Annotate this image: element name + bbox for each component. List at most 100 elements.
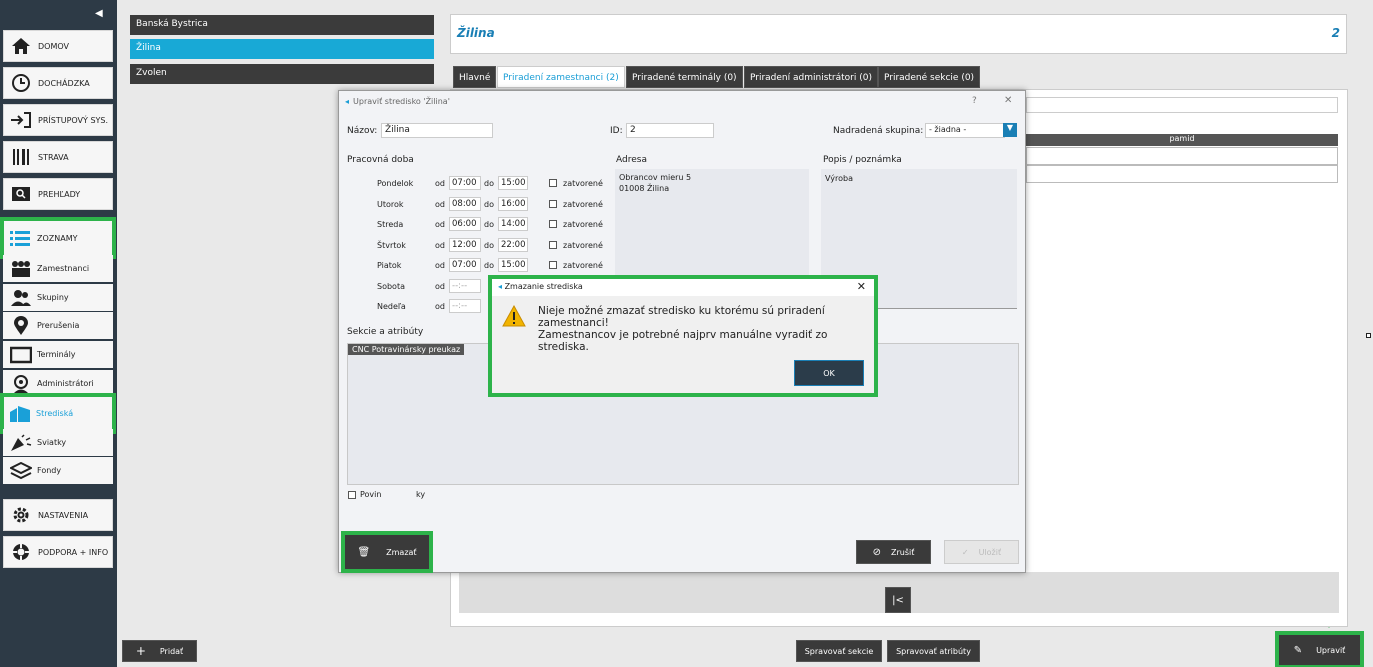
closed-checkbox[interactable]: [549, 199, 557, 208]
nav-pristupovy[interactable]: PRÍSTUPOVÝ SYS.: [3, 104, 113, 136]
sub-label: Strediská: [36, 409, 74, 418]
from-time-input[interactable]: --:--: [449, 278, 481, 293]
dialog-close-button[interactable]: ✕: [1004, 95, 1012, 106]
from-label: od: [435, 220, 445, 229]
parent-select[interactable]: - žiadna -: [925, 123, 1005, 138]
to-label: do: [484, 199, 494, 209]
mandatory-label: Povin: [360, 490, 382, 499]
manage-attributes-button[interactable]: Spravovať atribúty: [887, 640, 980, 662]
collapse-sidebar-icon[interactable]: ◀: [95, 8, 103, 19]
from-time-input[interactable]: 08:00: [449, 196, 481, 211]
table-row[interactable]: [1026, 147, 1338, 165]
check-icon: ✓: [961, 547, 969, 557]
to-time-input[interactable]: 14:00: [498, 217, 528, 231]
add-button[interactable]: + Pridať: [122, 640, 197, 662]
nav-zoznamy[interactable]: ZOZNAMY: [0, 217, 116, 259]
chevron-down-icon[interactable]: ▼: [1003, 123, 1017, 137]
lifebuoy-icon: [10, 541, 32, 563]
dialog-titlebar: ◂ Upraviť stredisko 'Žilina': [345, 97, 450, 106]
nav-podpora[interactable]: PODPORA + INFO: [3, 536, 113, 568]
filter-input[interactable]: [1026, 97, 1338, 113]
from-label: od: [435, 199, 445, 209]
resize-handle[interactable]: [1366, 333, 1371, 338]
edit-button[interactable]: ✎ Upraviť: [1275, 631, 1364, 667]
clock-icon: [10, 72, 32, 94]
closed-checkbox[interactable]: [549, 261, 557, 269]
closed-label: zatvorené: [563, 261, 603, 270]
to-time-input[interactable]: 15:00: [498, 258, 528, 272]
sub-administratori[interactable]: Administrátori: [3, 370, 113, 397]
day-label: Sobota: [377, 281, 405, 291]
group-icon: [10, 288, 32, 308]
from-label: od: [435, 302, 445, 311]
message-close-button[interactable]: ✕: [857, 280, 866, 293]
sub-skupiny[interactable]: Skupiny: [3, 284, 113, 311]
nav-nastavenia[interactable]: NASTAVENIA: [3, 499, 113, 531]
nav-domov[interactable]: DOMOV: [3, 30, 113, 62]
column-header[interactable]: pamid: [1026, 134, 1338, 146]
sub-label: Fondy: [37, 466, 62, 475]
sub-strediska[interactable]: Strediská: [0, 393, 116, 434]
from-time-input[interactable]: --:--: [449, 299, 481, 313]
list-item[interactable]: Banská Bystrica: [130, 15, 434, 35]
from-time-input[interactable]: 12:00: [449, 237, 481, 252]
sub-prerusenia[interactable]: Prerušenia: [3, 312, 113, 339]
sub-fondy[interactable]: Fondy: [3, 457, 113, 484]
id-input[interactable]: 2: [626, 123, 714, 138]
name-input[interactable]: Žilina: [381, 123, 493, 138]
sub-zamestnanci[interactable]: Zamestnanci: [3, 255, 113, 282]
button-label: Pridať: [159, 646, 184, 656]
hours-label: Pracovná doba: [347, 155, 414, 165]
mandatory-checkbox[interactable]: [348, 491, 356, 499]
dialog-title: Upraviť stredisko 'Žilina': [353, 97, 450, 106]
id-label: ID:: [610, 126, 623, 136]
manage-sections-button[interactable]: Spravovať sekcie: [796, 640, 882, 662]
to-time-input[interactable]: 22:00: [498, 237, 528, 252]
nav-dochadzka[interactable]: DOCHÁDZKA: [3, 67, 113, 99]
from-label: od: [435, 240, 445, 250]
closed-checkbox[interactable]: [549, 240, 557, 249]
detail-count: 2: [1331, 26, 1340, 40]
day-label: Štvrtok: [377, 240, 406, 250]
nav-label: DOMOV: [38, 41, 69, 51]
tab-zamestnanci[interactable]: Priradení zamestnanci (2): [497, 66, 625, 88]
nav-strava[interactable]: STRAVA: [3, 141, 113, 173]
sections-chip[interactable]: CNC Potravinársky preukaz: [348, 344, 465, 355]
cutlery-icon: [10, 146, 32, 168]
sections-label: Sekcie a atribúty: [347, 327, 424, 337]
save-button[interactable]: ✓ Uložiť: [944, 540, 1019, 564]
nav-label: STRAVA: [38, 152, 69, 162]
closed-label: zatvorené: [563, 240, 603, 250]
detail-title: Žilina: [457, 26, 495, 40]
sidebar: ◀ DOMOV DOCHÁDZKA PRÍSTUPOVÝ SYS. STRAVA…: [0, 0, 117, 667]
nav-prehlady[interactable]: PREHĽADY: [3, 178, 113, 210]
from-time-input[interactable]: 07:00: [449, 176, 481, 190]
to-time-input[interactable]: 15:00: [498, 176, 528, 190]
help-button[interactable]: ?: [972, 96, 977, 106]
button-label: Uložiť: [978, 547, 1002, 557]
list-item[interactable]: Zvolen: [130, 64, 434, 84]
button-label: Zmazať: [386, 547, 417, 557]
from-time-input[interactable]: 06:00: [449, 217, 481, 231]
tab-administratori[interactable]: Priradení administrátori (0): [744, 66, 878, 88]
table-row[interactable]: [1026, 165, 1338, 183]
delete-button[interactable]: 🗑 Zmazať: [341, 531, 433, 573]
tab-terminaly[interactable]: Priradené terminály (0): [626, 66, 743, 88]
detail-header: Žilina 2: [450, 14, 1347, 54]
closed-checkbox[interactable]: [549, 179, 557, 187]
nav-label: PRÍSTUPOVÝ SYS.: [38, 115, 109, 125]
to-time-input[interactable]: 16:00: [498, 196, 528, 211]
nav-label: PREHĽADY: [38, 189, 81, 199]
cancel-button[interactable]: ⊘ Zrušiť: [856, 540, 931, 564]
from-time-input[interactable]: 07:00: [449, 258, 481, 272]
warning-icon: [502, 305, 526, 327]
sub-sviatky[interactable]: Sviatky: [3, 429, 113, 456]
sub-terminaly[interactable]: Terminály: [3, 341, 113, 368]
tab-sekcie[interactable]: Priradené sekcie (0): [878, 66, 981, 88]
tab-hlavne[interactable]: Hlavné: [453, 66, 497, 88]
message-line: Zamestnancov je potrebné najprv manuálne…: [538, 329, 828, 353]
pager-first-button[interactable]: |<: [885, 587, 911, 613]
closed-checkbox[interactable]: [549, 220, 557, 228]
ok-button[interactable]: OK: [794, 360, 864, 386]
list-item-selected[interactable]: Žilina: [130, 39, 434, 59]
